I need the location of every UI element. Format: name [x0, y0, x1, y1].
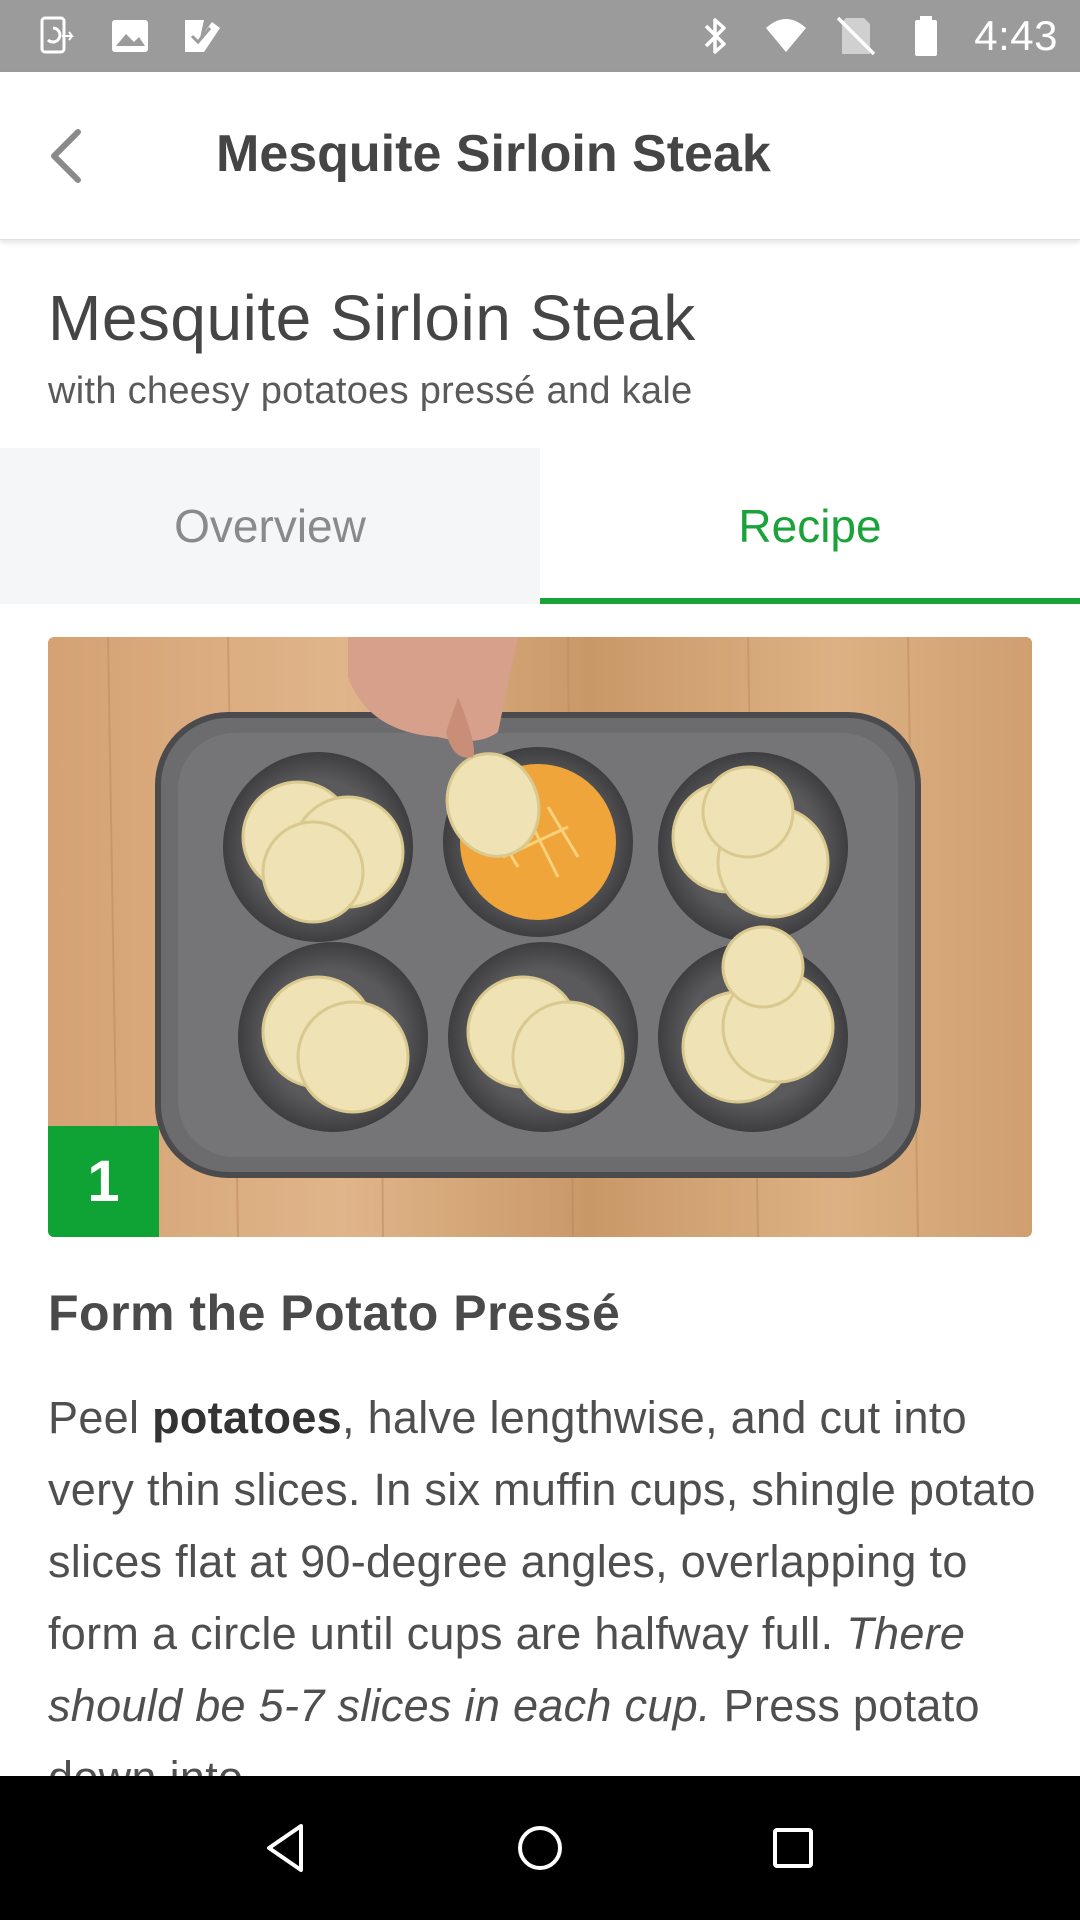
recipe-subtitle: with cheesy potatoes pressé and kale: [48, 370, 693, 412]
battery-icon: [904, 14, 948, 58]
status-time: 4:43: [974, 12, 1058, 59]
step-title: Form the Potato Pressé: [48, 1285, 621, 1341]
back-button[interactable]: [30, 120, 102, 192]
task-check-icon: [180, 14, 224, 58]
tab-recipe[interactable]: Recipe: [540, 448, 1080, 604]
bluetooth-icon: [694, 14, 738, 58]
nav-back-button[interactable]: [242, 1803, 332, 1893]
wifi-icon: [764, 14, 808, 58]
recipe-header: Mesquite Sirloin Steak with cheesy potat…: [48, 282, 1048, 413]
chevron-left-icon: [51, 129, 81, 183]
ingredient-potatoes: potatoes: [152, 1392, 342, 1443]
back-triangle-icon: [266, 1824, 303, 1872]
image-icon: [108, 14, 152, 58]
home-circle-icon: [517, 1826, 562, 1870]
step-number-badge: 1: [48, 1126, 159, 1237]
step-image: [48, 637, 1032, 1237]
app-bar: Mesquite Sirloin Steak: [0, 72, 1080, 240]
tab-bar: Overview Recipe: [0, 448, 1080, 604]
nav-home-button[interactable]: [495, 1803, 585, 1893]
recents-square-icon: [773, 1828, 814, 1868]
no-sim-icon: [834, 14, 878, 58]
status-bar: 4:43: [0, 0, 1080, 72]
tab-overview[interactable]: Overview: [0, 448, 540, 604]
phone-sync-icon: [36, 14, 80, 58]
step-instructions: Peel potatoes, halve lengthwise, and cut…: [48, 1382, 1038, 1776]
system-nav-bar: [0, 1776, 1080, 1920]
app-bar-title: Mesquite Sirloin Steak: [216, 125, 771, 183]
step-text: Peel: [48, 1392, 153, 1443]
nav-recents-button[interactable]: [748, 1803, 838, 1893]
recipe-title: Mesquite Sirloin Steak: [48, 282, 696, 354]
